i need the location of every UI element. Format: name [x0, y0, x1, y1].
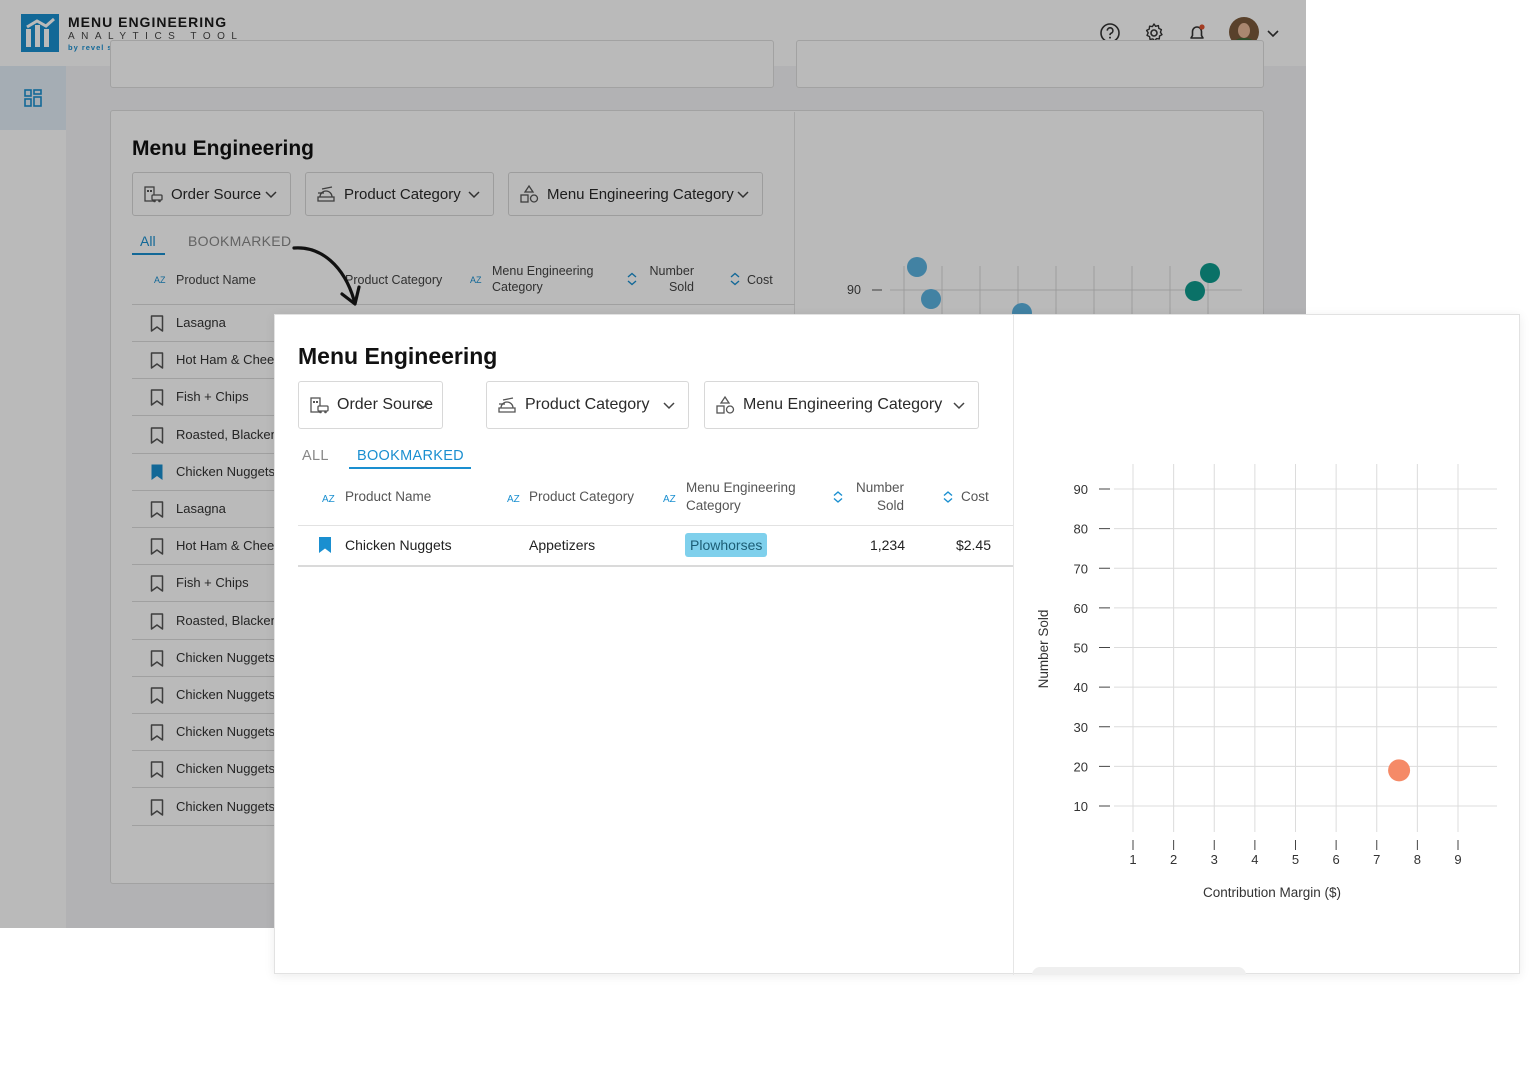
tab-bookmarked[interactable]: BOOKMARKED — [357, 448, 464, 464]
chevron-down-icon — [953, 402, 965, 410]
menu-engineering-category-label: Menu Engineering Category — [743, 396, 943, 413]
svg-text:AZ: AZ — [663, 494, 676, 505]
bookmark-filled-icon[interactable] — [318, 536, 332, 554]
product-category-label: Product Category — [525, 396, 650, 413]
chevron-down-icon — [417, 402, 429, 410]
y-tick-label: 20 — [1074, 759, 1088, 774]
tab-bookmarked-underline — [349, 467, 471, 469]
cell-product-category: Appetizers — [529, 537, 596, 553]
table-header-divider — [298, 525, 1013, 526]
column-header-number-sold[interactable]: Number Sold — [840, 479, 904, 515]
y-axis-label: Number Sold — [1036, 610, 1051, 689]
menu-engineering-category-dropdown[interactable]: Menu Engineering Category — [704, 381, 979, 429]
shapes-icon — [716, 395, 735, 414]
x-tick-label: 1 — [1129, 852, 1136, 867]
sort-az-icon[interactable]: AZ — [322, 491, 336, 505]
x-axis-label: Contribution Margin ($) — [1203, 885, 1341, 900]
x-tick-label: 4 — [1251, 852, 1258, 867]
x-tick-label: 2 — [1170, 852, 1177, 867]
tab-all[interactable]: ALL — [302, 448, 329, 464]
sort-az-icon[interactable]: AZ — [507, 491, 521, 505]
curved-arrow-icon — [292, 246, 361, 306]
x-tick-label: 7 — [1373, 852, 1380, 867]
cell-number-sold: 1,234 — [869, 537, 905, 553]
column-header-number-sold-line1: Number — [855, 480, 904, 495]
y-tick-label: 70 — [1074, 561, 1088, 576]
me-category-badge: Plowhorses — [685, 533, 768, 557]
panel-title: Menu Engineering — [298, 343, 498, 369]
scroll-handle[interactable] — [1032, 967, 1246, 975]
scatter-chart: 10 20 30 40 50 60 70 80 90 1 2 3 4 5 6 7 8 9 Contribution … — [1036, 464, 1497, 900]
product-category-dropdown[interactable]: Product Category — [486, 381, 689, 429]
chart-point[interactable] — [1388, 759, 1411, 782]
x-tick-label: 8 — [1414, 852, 1421, 867]
x-tick-label: 9 — [1454, 852, 1461, 867]
column-header-product-category[interactable]: Product Category — [529, 488, 634, 506]
x-tick-label: 3 — [1211, 852, 1218, 867]
column-header-cost[interactable]: Cost — [961, 488, 989, 506]
y-tick-label: 90 — [1074, 482, 1088, 497]
table-row-divider — [298, 565, 1013, 567]
column-header-me-category[interactable]: Menu Engineering Category — [686, 479, 796, 515]
store-car-icon — [310, 397, 329, 414]
sort-az-icon[interactable]: AZ — [663, 491, 677, 505]
column-header-number-sold-line2: Sold — [876, 498, 904, 513]
svg-text:AZ: AZ — [322, 494, 335, 505]
y-tick-label: 80 — [1074, 522, 1088, 537]
x-tick-label: 5 — [1292, 852, 1299, 867]
y-tick-label: 50 — [1074, 641, 1088, 656]
y-tick-label: 40 — [1074, 680, 1088, 695]
y-tick-label: 30 — [1074, 720, 1088, 735]
cell-product-name: Chicken Nuggets — [345, 537, 452, 553]
order-source-dropdown[interactable]: Order Source — [298, 381, 443, 429]
svg-text:AZ: AZ — [507, 494, 520, 505]
x-tick-label: 6 — [1333, 852, 1340, 867]
column-header-product-name[interactable]: Product Name — [345, 488, 431, 506]
y-tick-label: 60 — [1074, 601, 1088, 616]
column-header-me-category-line2: Category — [686, 498, 741, 513]
cell-cost: $2.45 — [955, 537, 991, 553]
sort-arrows-icon[interactable] — [941, 490, 955, 504]
chevron-down-icon — [663, 402, 675, 410]
y-tick-label: 10 — [1074, 799, 1088, 814]
column-header-me-category-line1: Menu Engineering — [686, 480, 796, 495]
food-tray-icon — [498, 397, 516, 413]
